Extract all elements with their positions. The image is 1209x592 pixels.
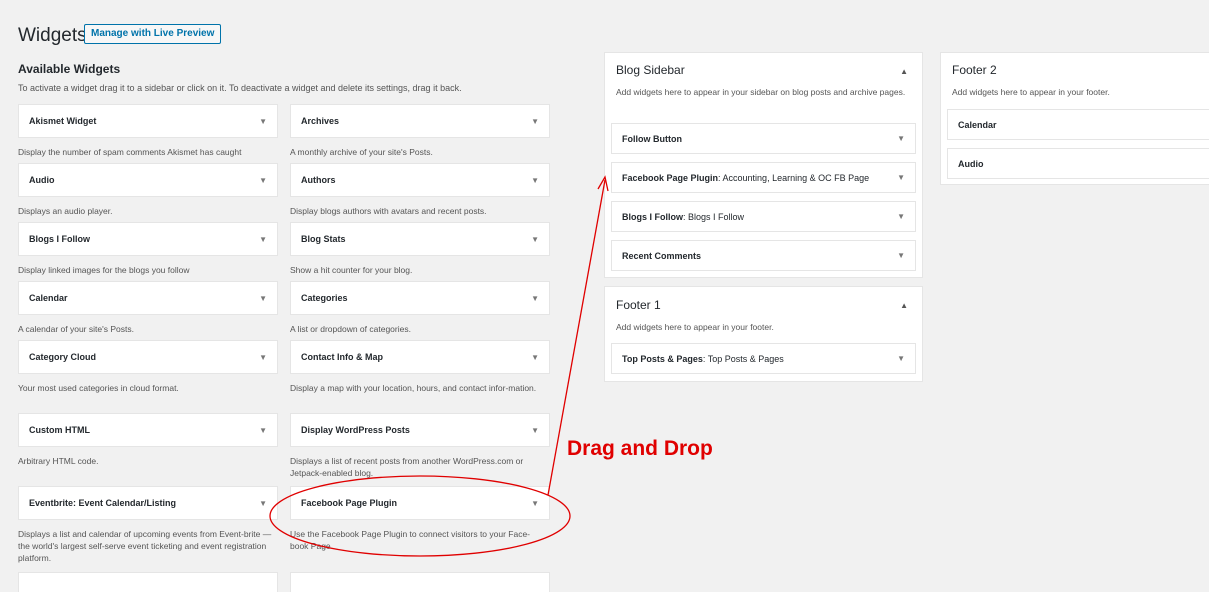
highlight-ellipse [269, 475, 571, 557]
drag-drop-annotation [269, 175, 609, 557]
drag-and-drop-label: Drag and Drop [567, 437, 713, 460]
